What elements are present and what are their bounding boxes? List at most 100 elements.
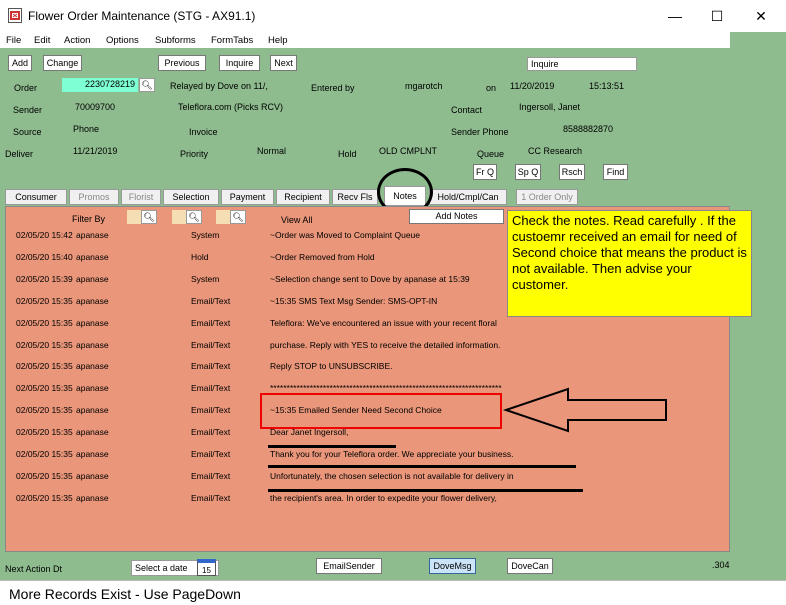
entered-date: 11/20/2019	[510, 81, 555, 91]
tab-one-order-only[interactable]: 1 Order Only	[516, 189, 578, 205]
inquire-button[interactable]: Inquire	[219, 55, 260, 71]
note-user: apanase	[76, 492, 109, 503]
date-placeholder: Select a date	[135, 563, 188, 573]
sender-value: 70009700	[75, 102, 116, 112]
note-text: Thank you for your Teleflora order. We a…	[270, 449, 514, 459]
sender-phone-value: 8588882870	[563, 124, 614, 134]
note-row[interactable]: 02/05/20 15:35 apanase Email/Text Unfortuna…	[6, 467, 586, 489]
note-type: Email/Text	[191, 470, 231, 481]
view-all-link[interactable]: View All	[281, 215, 312, 225]
note-type: Email/Text	[191, 427, 231, 438]
hold-label: Hold	[338, 149, 357, 159]
note-row[interactable]: 02/05/20 15:35 apanase Email/Text Thank you…	[6, 445, 586, 467]
mode-select[interactable]: Inquire	[527, 57, 637, 71]
tab-recipient[interactable]: Recipient	[276, 189, 330, 205]
priority-label: Priority	[180, 149, 209, 159]
note-user: apanase	[76, 361, 109, 372]
instruction-callout: Check the notes. Read carefully . If the…	[507, 210, 752, 317]
tab-payment[interactable]: Payment	[221, 189, 274, 205]
note-text: purchase. Reply with YES to receive the …	[270, 339, 501, 350]
filter-field-3[interactable]	[216, 210, 230, 224]
note-user: apanase	[76, 273, 109, 284]
note-text: ****************************************…	[270, 383, 502, 394]
minimize-button[interactable]: —	[657, 4, 693, 28]
sender-phone-label: Sender Phone	[451, 127, 509, 137]
maximize-button[interactable]: ☐	[699, 4, 735, 28]
rsch-button[interactable]: Rsch	[559, 164, 585, 180]
menu-help[interactable]: Help	[268, 35, 288, 46]
note-row[interactable]: 02/05/20 15:39 apanase System ~Selection ch…	[6, 270, 586, 292]
note-row[interactable]: 02/05/20 15:42 apanase System ~Order was Mo…	[6, 226, 586, 248]
note-datetime: 02/05/20 15:35	[16, 317, 73, 328]
note-text: ~Order Removed from Hold	[270, 251, 375, 262]
add-button[interactable]: Add	[8, 55, 32, 71]
note-user: apanase	[76, 427, 109, 438]
note-user: apanase	[76, 470, 109, 481]
add-notes-button[interactable]: Add Notes	[409, 209, 504, 224]
window-title: Flower Order Maintenance (STG - AX91.1)	[28, 9, 256, 23]
note-type: System	[191, 273, 220, 284]
find-button[interactable]: Find	[603, 164, 628, 180]
email-sender-button[interactable]: EmailSender	[316, 558, 382, 574]
search-icon[interactable]: 🔍︎	[230, 210, 246, 224]
priority-value: Normal	[257, 146, 287, 156]
change-button[interactable]: Change	[43, 55, 82, 71]
title-bar: Flower Order Maintenance (STG - AX91.1) …	[0, 0, 786, 32]
menu-subforms[interactable]: Subforms	[155, 35, 196, 46]
record-count: .304	[712, 560, 730, 570]
note-row[interactable]: 02/05/20 15:35 apanase Email/Text the recip…	[6, 489, 586, 511]
note-datetime: 02/05/20 15:35	[16, 339, 73, 350]
dove-msg-button[interactable]: DoveMsg	[429, 558, 476, 574]
close-button[interactable]: ✕	[743, 4, 779, 28]
note-type: Email/Text	[191, 361, 231, 372]
previous-button[interactable]: Previous	[158, 55, 206, 71]
note-datetime: 02/05/20 15:35	[16, 470, 73, 481]
tab-selection[interactable]: Selection	[163, 189, 219, 205]
sp-q-button[interactable]: Sp Q	[515, 164, 541, 180]
menu-options[interactable]: Options	[106, 35, 139, 46]
menu-formtabs[interactable]: FormTabs	[211, 35, 253, 46]
contact-value: Ingersoll, Janet	[519, 102, 581, 112]
note-row[interactable]: 02/05/20 15:35 apanase Email/Text ~15:35 SM…	[6, 292, 586, 314]
entered-by-value: mgarotch	[405, 81, 443, 91]
note-row[interactable]: 02/05/20 15:35 apanase Email/Text purchase.…	[6, 336, 586, 358]
filter-field-2[interactable]	[172, 210, 186, 224]
note-text: ~Order was Moved to Complaint Queue	[270, 230, 421, 240]
note-datetime: 02/05/20 15:39	[16, 273, 73, 284]
note-type: Email/Text	[191, 383, 231, 394]
calendar-icon[interactable]: 15	[197, 559, 216, 576]
note-row[interactable]: 02/05/20 15:35 apanase Email/Text Teleflora…	[6, 314, 586, 336]
filter-field-1[interactable]	[127, 210, 141, 224]
deliver-value: 11/21/2019	[73, 146, 118, 156]
note-row[interactable]: 02/05/20 15:35 apanase Email/Text Reply STO…	[6, 357, 586, 379]
menu-edit[interactable]: Edit	[34, 35, 50, 46]
tab-recv-fls[interactable]: Recv Fls	[332, 189, 378, 205]
deliver-label: Deliver	[5, 149, 34, 159]
dove-can-button[interactable]: DoveCan	[507, 558, 553, 574]
fr-q-button[interactable]: Fr Q	[473, 164, 497, 180]
search-icon[interactable]: 🔍︎	[139, 78, 155, 92]
note-text: Reply STOP to UNSUBSCRIBE.	[270, 361, 393, 372]
next-button[interactable]: Next	[270, 55, 297, 71]
status-text: More Records Exist - Use PageDown	[9, 586, 241, 602]
menu-file[interactable]: File	[6, 35, 21, 46]
queue-value: CC Research	[528, 146, 583, 156]
menu-action[interactable]: Action	[64, 35, 90, 46]
tab-florist[interactable]: Florist	[121, 189, 161, 205]
tab-hold-cmpl-can[interactable]: Hold/Cmpl/Can	[429, 189, 507, 205]
note-type: System	[191, 230, 220, 240]
order-number-field[interactable]: 2230728219	[62, 78, 138, 92]
note-row[interactable]: 02/05/20 15:40 apanase Hold ~Order Removed …	[6, 248, 586, 270]
tab-promos[interactable]: Promos	[69, 189, 119, 205]
bottom-bar: Next Action Dt Select a date 15 EmailSen…	[0, 554, 730, 577]
underline-mark	[268, 445, 396, 448]
note-text: ~15:35 SMS Text Msg Sender: SMS-OPT-IN	[270, 295, 438, 306]
underline-mark	[268, 465, 576, 468]
note-user: apanase	[76, 251, 109, 262]
search-icon[interactable]: 🔍︎	[186, 210, 202, 224]
note-type: Hold	[191, 251, 209, 262]
tab-consumer[interactable]: Consumer	[5, 189, 67, 205]
hold-value: OLD CMPLNT	[379, 146, 438, 156]
search-icon[interactable]: 🔍︎	[141, 210, 157, 224]
contact-label: Contact	[451, 105, 483, 115]
